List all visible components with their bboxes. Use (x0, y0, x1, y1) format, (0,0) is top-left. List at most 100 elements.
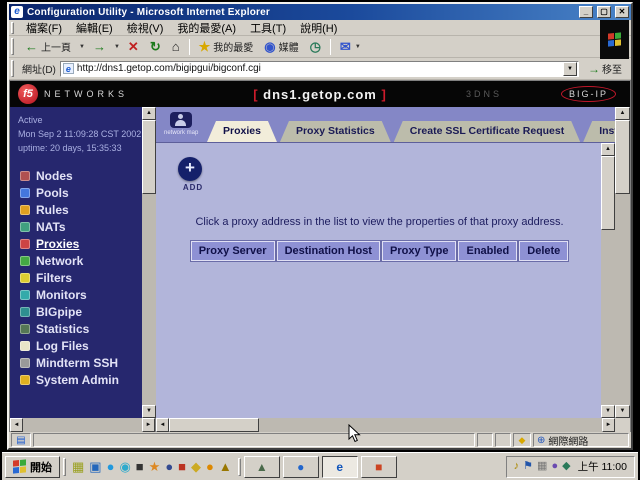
sidebar-item-nats[interactable]: NATs (10, 219, 142, 236)
sidebar-scrollbar[interactable]: ▲ ▼ (142, 107, 156, 418)
menu-favorites[interactable]: 我的最愛(A) (171, 19, 242, 37)
close-button[interactable]: ✕ (615, 6, 629, 18)
taskbar-window-button-active[interactable]: e (322, 456, 358, 478)
refresh-button[interactable]: ↻ (146, 39, 165, 54)
forward-button[interactable]: → (89, 39, 110, 54)
address-input[interactable] (77, 63, 560, 74)
back-dropdown[interactable]: ▼ (78, 44, 86, 50)
toolbar-grip[interactable] (11, 22, 14, 34)
quicklaunch-icon[interactable]: ● (165, 460, 173, 473)
quicklaunch-icon[interactable]: ■ (178, 460, 186, 473)
status-bar: ▤ ◆ ⊕ 網際網路 (9, 432, 631, 448)
quicklaunch-icon[interactable]: ▲ (219, 460, 232, 473)
taskbar-grip[interactable] (238, 458, 241, 476)
scroll-thumb[interactable] (615, 120, 630, 194)
column-delete[interactable]: Delete (519, 241, 568, 261)
sidebar-item-proxies[interactable]: Proxies (10, 236, 142, 253)
sidebar-item-filters[interactable]: Filters (10, 270, 142, 287)
window-scrollbar[interactable]: ▲ ▼ (615, 107, 630, 418)
column-enabled[interactable]: Enabled (458, 241, 517, 261)
taskbar-window-button[interactable]: ▲ (244, 456, 280, 478)
media-button[interactable]: ◉ 媒體 (260, 38, 302, 55)
scroll-thumb[interactable] (601, 156, 615, 230)
maximize-button[interactable]: ▢ (597, 6, 611, 18)
hostname: [ dns1.getop.com ] (253, 87, 387, 102)
toolbar-grip[interactable] (11, 38, 14, 55)
scroll-right-icon[interactable]: ► (142, 418, 155, 432)
sidebar-item-network[interactable]: Network (10, 253, 142, 270)
scroll-up-icon[interactable]: ▲ (142, 107, 156, 120)
address-combo[interactable]: e ▼ (60, 61, 579, 77)
sidebar-item-statistics[interactable]: Statistics (10, 321, 142, 338)
sidebar-item-log-files[interactable]: Log Files (10, 338, 142, 355)
go-button[interactable]: → 移至 (583, 60, 627, 77)
quicklaunch-icon[interactable]: ▦ (72, 460, 84, 473)
agent-tray-icon[interactable]: ◆ (562, 461, 570, 472)
main-hscrollbar[interactable]: ◄ ► (156, 418, 615, 432)
sidebar-item-system-admin[interactable]: System Admin (10, 372, 142, 389)
back-button[interactable]: ← 上一頁 (21, 38, 75, 55)
quicklaunch-icon[interactable]: ◆ (191, 460, 201, 473)
scroll-down-icon[interactable]: ▼ (615, 405, 630, 418)
menu-help[interactable]: 說明(H) (294, 19, 343, 37)
quicklaunch-icon[interactable]: ● (107, 460, 115, 473)
start-button[interactable]: 開始 (5, 456, 60, 478)
scroll-down-icon[interactable]: ▼ (601, 405, 615, 418)
quicklaunch-icon[interactable]: ● (206, 460, 214, 473)
forward-dropdown[interactable]: ▼ (113, 44, 121, 50)
display-tray-icon[interactable]: ▦ (537, 461, 547, 472)
taskbar-window-button[interactable]: ■ (361, 456, 397, 478)
quicklaunch-icon[interactable]: ◉ (119, 460, 130, 473)
scroll-down-icon[interactable]: ▼ (142, 405, 156, 418)
scroll-thumb[interactable] (142, 120, 156, 194)
volume-tray-icon[interactable]: ♪ (514, 461, 520, 472)
quicklaunch-icon[interactable]: ▣ (89, 460, 101, 473)
menu-file[interactable]: 檔案(F) (20, 19, 68, 37)
tab-proxy-statistics[interactable]: Proxy Statistics (280, 121, 391, 142)
column-proxy-server[interactable]: Proxy Server (191, 241, 275, 261)
forward-icon: → (93, 40, 106, 53)
sidebar-item-monitors[interactable]: Monitors (10, 287, 142, 304)
scroll-right-icon[interactable]: ► (602, 418, 615, 432)
main-frame-scrollbar[interactable]: ▲ ▼ (601, 143, 615, 418)
menu-edit[interactable]: 編輯(E) (70, 19, 119, 37)
sidebar-item-mindterm-ssh[interactable]: Mindterm SSH (10, 355, 142, 372)
taskbar-window-button[interactable]: ● (283, 456, 319, 478)
sidebar-hscrollbar[interactable]: ◄ ► (10, 418, 156, 432)
scroll-up-icon[interactable]: ▲ (615, 107, 630, 120)
mail-icon: ✉ (340, 40, 351, 53)
scroll-thumb[interactable] (169, 418, 259, 432)
page-icon: e (63, 63, 74, 74)
app-tray-icon[interactable]: ● (551, 461, 558, 472)
scroll-up-icon[interactable]: ▲ (601, 143, 615, 156)
column-destination-host[interactable]: Destination Host (277, 241, 380, 261)
sidebar-item-pools[interactable]: Pools (10, 185, 142, 202)
tab-install-ssl-certificate[interactable]: Install SSL Certifi (583, 121, 615, 142)
network-tray-icon[interactable]: ⚑ (523, 461, 533, 472)
add-proxy-button[interactable]: + ADD (178, 157, 208, 192)
address-dropdown[interactable]: ▼ (563, 62, 577, 76)
tab-proxies[interactable]: Proxies (207, 121, 277, 142)
sidebar-item-nodes[interactable]: Nodes (10, 168, 142, 185)
scroll-left-icon[interactable]: ◄ (156, 418, 169, 432)
quicklaunch-icon[interactable]: ■ (136, 460, 144, 473)
window-button-icon: ● (297, 460, 304, 474)
mail-button[interactable]: ✉ ▼ (336, 39, 366, 54)
toolbar-grip[interactable] (11, 60, 14, 77)
menu-view[interactable]: 檢視(V) (121, 19, 170, 37)
scroll-left-icon[interactable]: ◄ (10, 418, 23, 432)
sidebar-item-rules[interactable]: Rules (10, 202, 142, 219)
column-proxy-type[interactable]: Proxy Type (382, 241, 457, 261)
taskbar-grip[interactable] (63, 458, 66, 476)
history-button[interactable]: ◷ (306, 39, 325, 54)
favorites-button[interactable]: ★ 我的最愛 (195, 38, 258, 55)
home-button[interactable]: ⌂ (168, 39, 184, 54)
minimize-button[interactable]: _ (579, 6, 593, 18)
menu-tools[interactable]: 工具(T) (244, 19, 292, 37)
sidebar-item-bigpipe[interactable]: BIGpipe (10, 304, 142, 321)
quicklaunch-icon[interactable]: ★ (149, 460, 161, 473)
add-icon[interactable]: + (178, 157, 202, 181)
network-map-button[interactable]: network map (164, 112, 198, 137)
tab-create-ssl-certificate-request[interactable]: Create SSL Certificate Request (394, 121, 580, 142)
stop-button[interactable]: ✕ (124, 39, 143, 54)
